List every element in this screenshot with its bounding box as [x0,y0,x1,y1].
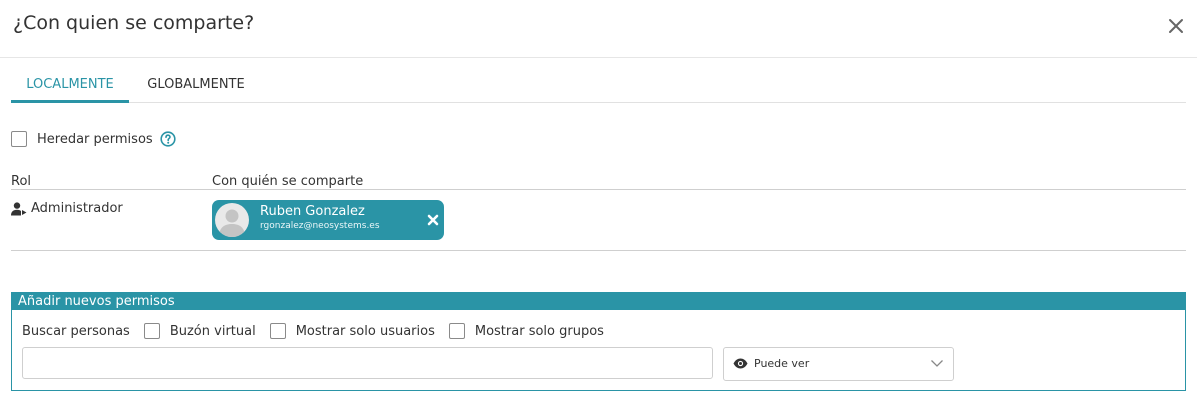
only-users-label: Mostrar solo usuarios [295,323,435,339]
permission-selected-label: Puede ver [754,357,810,370]
inherit-permissions-label: Heredar permisos [37,131,153,147]
role-label: Administrador [31,201,123,216]
user-share-icon [11,201,27,215]
tab-globalmente[interactable]: GLOBALMENTE [129,74,263,103]
help-circle-icon[interactable] [160,131,176,147]
only-users-checkbox[interactable] [269,323,286,339]
dialog-header: ¿Con quien se comparte? [0,0,1197,58]
column-header-shared-with: Con quién se comparte [212,174,364,189]
remove-user-icon[interactable] [426,213,440,227]
shared-user-chip: Ruben Gonzalez rgonzalez@neosystems.es [212,200,444,240]
table-divider [11,189,1186,190]
add-permissions-panel: Añadir nuevos permisos Buscar personas B… [11,292,1186,391]
permission-select[interactable]: Puede ver [723,347,954,381]
chevron-down-icon [931,360,943,367]
shared-user-email: rgonzalez@neosystems.es [260,221,380,231]
column-header-rol: Rol [11,174,32,189]
only-groups-label: Mostrar solo grupos [474,323,604,339]
virtual-mailbox-checkbox[interactable] [143,323,160,339]
tab-bar: LOCALMENTE GLOBALMENTE [11,74,1186,103]
shared-user-name: Ruben Gonzalez [260,204,365,219]
inherit-permissions-checkbox[interactable] [11,131,27,147]
search-people-input[interactable] [22,347,713,379]
table-divider-bottom [11,250,1186,251]
virtual-mailbox-label: Buzón virtual [169,323,256,339]
add-permissions-title: Añadir nuevos permisos [12,293,1185,310]
search-people-label: Buscar personas [22,323,130,339]
avatar [215,203,249,237]
only-groups-checkbox[interactable] [448,323,465,339]
eye-icon [733,358,748,369]
search-filters: Buscar personas Buzón virtual Mostrar so… [22,322,604,340]
close-icon[interactable] [1166,16,1186,36]
tab-localmente[interactable]: LOCALMENTE [11,74,129,103]
inherit-permissions-row: Heredar permisos [11,130,176,148]
role-cell: Administrador [11,201,123,216]
dialog-title: ¿Con quien se comparte? [13,12,255,34]
